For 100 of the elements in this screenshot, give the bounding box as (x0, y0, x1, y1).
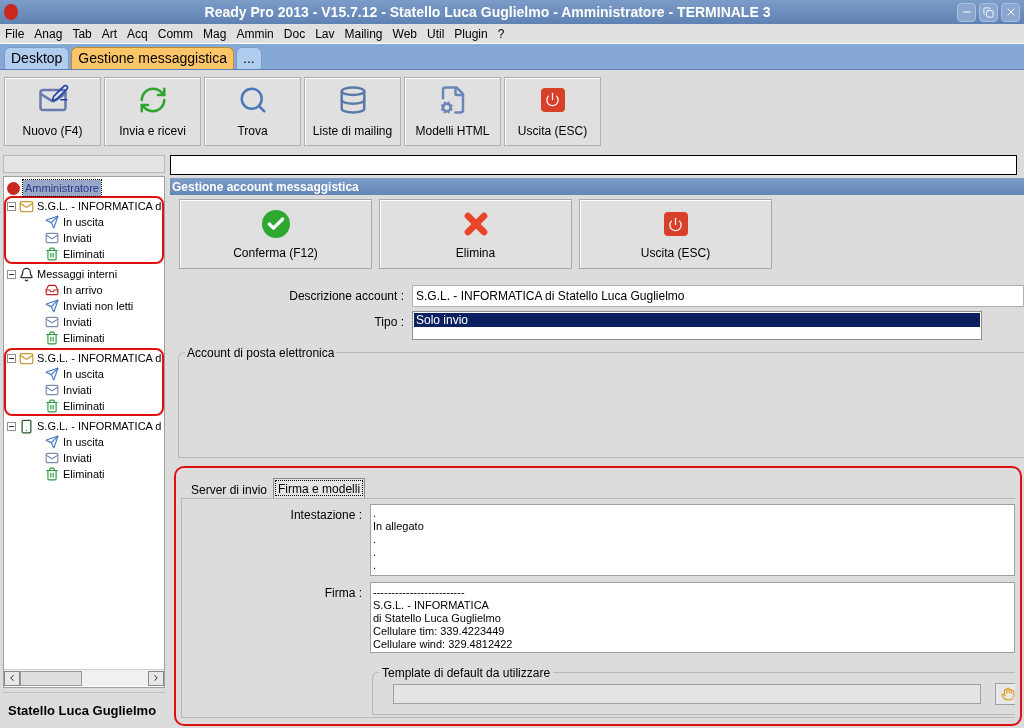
panel-title: Gestione account messaggistica (172, 178, 359, 196)
menu-item[interactable]: Web (392, 24, 417, 43)
text-line: In allegato (373, 520, 425, 533)
power-icon (540, 87, 565, 112)
tree-item[interactable]: S.G.L. - INFORMATICA d (37, 198, 162, 214)
tree-item[interactable]: In arrivo (63, 282, 103, 298)
menu-item[interactable]: Ammin (236, 24, 274, 43)
tree-item[interactable]: S.G.L. - INFORMATICA d (37, 418, 162, 434)
tree-item[interactable]: In uscita (63, 214, 104, 230)
envelope-icon (45, 383, 59, 397)
scroll-left-icon[interactable] (4, 670, 20, 686)
menu-item[interactable]: Acq (127, 24, 148, 43)
tab[interactable]: ... (236, 47, 262, 69)
scroll-right-icon[interactable] (148, 670, 164, 686)
scroll-thumb[interactable] (20, 670, 82, 686)
trash-icon (45, 467, 59, 481)
send-icon (45, 367, 59, 381)
menu-item[interactable]: Anag (34, 24, 63, 43)
menu-item[interactable]: Util (427, 24, 445, 43)
expander-icon[interactable] (7, 421, 16, 431)
envelope-icon (45, 315, 59, 329)
tab[interactable]: Firma e modelli (273, 478, 366, 498)
list-option[interactable]: Solo invio (414, 313, 980, 327)
horizontal-scrollbar[interactable] (4, 669, 164, 686)
text-line: S.G.L. - INFORMATICA (373, 599, 490, 612)
toolbar-button[interactable]: Liste di mailing (304, 76, 401, 146)
envelope-icon (19, 198, 34, 214)
menu-item[interactable]: Doc (283, 24, 306, 43)
tree-item[interactable]: Messaggi interni (37, 266, 118, 282)
pick-template-button[interactable] (995, 682, 1015, 705)
tree-item[interactable]: S.G.L. - INFORMATICA d (37, 350, 162, 366)
tree-item[interactable]: In uscita (63, 366, 104, 382)
window-title: Ready Pro 2013 - V15.7.12 - Statello Luca Guglielmo - Amministratore - TERMINALE 3 (203, 2, 772, 22)
toolbar-button[interactable]: Modelli HTML (404, 76, 501, 146)
send-icon (45, 299, 59, 313)
menu-item[interactable]: Lav (315, 24, 335, 43)
tree-item[interactable]: Eliminati (63, 466, 105, 482)
expander-icon[interactable] (7, 201, 16, 211)
action-button[interactable]: Conferma (F12) (179, 199, 372, 269)
envelope-icon (19, 350, 34, 366)
toolbar-button[interactable]: Uscita (ESC) (504, 76, 601, 146)
menu-item[interactable]: ? (497, 24, 505, 43)
text-line: Cellulare tim: 339.4223449 (373, 625, 506, 638)
expander-icon[interactable] (7, 353, 16, 363)
field-label: Tipo : (373, 314, 405, 331)
restore-button[interactable] (979, 2, 998, 22)
status-text: Statello Luca Guglielmo (8, 701, 157, 720)
menu-item[interactable]: Comm (157, 24, 194, 43)
restore-icon (983, 6, 994, 18)
phone-icon (19, 418, 34, 434)
trash-icon (45, 399, 59, 413)
tree-item[interactable]: Inviati (63, 230, 92, 246)
toolbar-button[interactable]: Trova (204, 76, 301, 146)
menu-item[interactable]: Mailing (344, 24, 383, 43)
trash-icon (45, 247, 59, 261)
expander-icon[interactable] (7, 269, 16, 279)
menu-item[interactable]: Art (101, 24, 118, 43)
send-icon (45, 435, 59, 449)
tree-item[interactable]: Eliminati (63, 246, 105, 262)
signature-text-area[interactable]: ------------------------- S.G.L. - INFORMATICA di Statello Luca Guglielmo Cellulare tim: 339.4223449 Cellulare wind: 329.4812422 (370, 582, 1015, 653)
tree-item[interactable]: Inviati (63, 314, 92, 330)
menu-item[interactable]: Tab (72, 24, 92, 43)
power-icon (663, 212, 688, 236)
template-field[interactable] (393, 683, 981, 704)
tree-item[interactable]: Eliminati (63, 330, 105, 346)
tree-item[interactable]: Inviati (63, 450, 92, 466)
type-listbox[interactable]: Solo invio (412, 311, 982, 340)
text-line: Cellulare wind: 329.4812422 (373, 638, 514, 651)
field-label: Firma : (323, 585, 363, 602)
action-button[interactable]: Uscita (ESC) (579, 199, 772, 269)
description-field[interactable]: S.G.L. - INFORMATICA di Statello Luca Guglielmo (412, 285, 1024, 307)
tree-item[interactable]: Eliminati (63, 398, 105, 414)
search-field[interactable] (3, 155, 165, 173)
field-label: Descrizione account : (288, 288, 405, 305)
menu-item[interactable]: Plugin (454, 24, 488, 43)
text-line: ------------------------- (373, 586, 466, 599)
tab[interactable]: Gestione messaggistica (71, 47, 234, 69)
menu-item[interactable]: Mag (203, 24, 227, 43)
tab[interactable]: Server di invio (187, 481, 272, 498)
text-line: . (373, 507, 378, 520)
close-button[interactable] (1001, 2, 1020, 22)
toolbar-button[interactable]: Nuovo (F4) (4, 76, 101, 146)
tree-item[interactable]: Inviati (63, 382, 92, 398)
text-line: . (373, 559, 378, 572)
toolbar-button[interactable]: Invia e ricevi (104, 76, 201, 146)
text-line: . (373, 546, 378, 559)
text-line: di Statello Luca Guglielmo (373, 612, 502, 625)
send-icon (45, 215, 59, 229)
action-button[interactable]: Elimina (379, 199, 572, 269)
checkmark-icon (261, 210, 290, 238)
envelope-icon (45, 231, 59, 245)
tree-item[interactable]: Amministratore (23, 180, 101, 196)
tree-item[interactable]: Inviati non letti (63, 298, 134, 314)
header-text-area[interactable]: . In allegato . . . (370, 504, 1015, 576)
field-label: Intestazione : (289, 507, 363, 524)
minimize-button[interactable] (957, 2, 976, 22)
tab[interactable]: Desktop (4, 47, 70, 69)
tree-item[interactable]: In uscita (63, 434, 104, 450)
bell-icon (19, 266, 34, 282)
menu-item[interactable]: File (5, 24, 25, 43)
